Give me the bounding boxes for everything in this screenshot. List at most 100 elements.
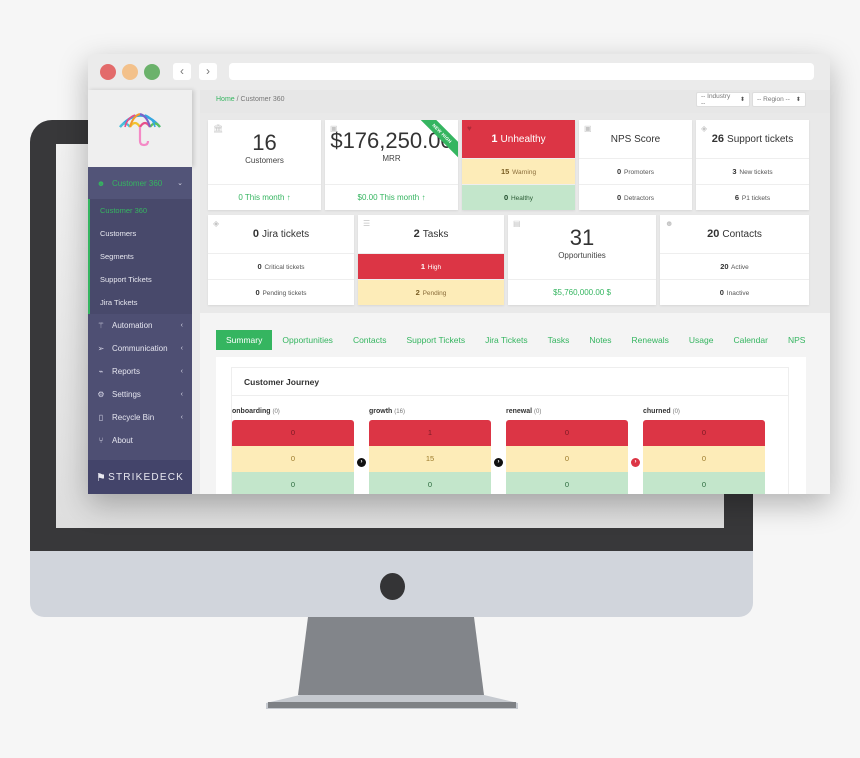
monitor-logo-dot — [380, 573, 405, 600]
summary-panel: Customer Journey onboarding (0) 0 0 0 › … — [216, 357, 806, 494]
new-tickets-count: 3 — [732, 167, 737, 176]
unhealthy-row[interactable]: ♥ 1 Unhealthy — [462, 120, 575, 158]
pending-tasks-count: 2 — [415, 288, 420, 297]
stage-healthy-count[interactable]: 0 — [232, 472, 354, 494]
opportunities-amount: $5,760,000.00 $ — [508, 279, 656, 305]
submenu-item-jira-tickets[interactable]: Jira Tickets — [90, 291, 192, 314]
stage-unhealthy-count[interactable]: 0 — [232, 420, 354, 446]
sidebar-item-settings[interactable]: ⚙ Settings ‹ — [88, 383, 192, 406]
breadcrumb-home-link[interactable]: Home — [216, 96, 235, 103]
pending-tickets-row[interactable]: 0 Pending tickets — [208, 279, 354, 305]
close-window-button[interactable] — [100, 64, 116, 80]
url-bar[interactable] — [229, 63, 814, 80]
mrr-card[interactable]: ▣ $176,250.00 MRR $0.00 This month ↑ NEW… — [325, 120, 458, 210]
inactive-contacts-row[interactable]: 0 Inactive — [660, 279, 809, 305]
tab-notes[interactable]: Notes — [579, 330, 621, 350]
stage-unhealthy-count[interactable]: 0 — [643, 420, 765, 446]
users-icon: ☻ — [96, 178, 106, 188]
stage-name: onboarding — [232, 408, 271, 415]
stage-name: churned — [643, 408, 671, 415]
tab-jira-tickets[interactable]: Jira Tickets — [475, 330, 538, 350]
sidebar-item-automation[interactable]: ⚚ Automation ‹ — [88, 314, 192, 337]
stage-unhealthy-count[interactable]: 1 — [369, 420, 491, 446]
maximize-window-button[interactable] — [144, 64, 160, 80]
submenu-item-customers[interactable]: Customers — [90, 222, 192, 245]
chevron-left-icon: ‹ — [180, 345, 183, 352]
healthy-row[interactable]: 0 Healthy — [462, 184, 575, 210]
journey-stage-renewal: renewal (0) 0 0 0 — [506, 408, 628, 494]
tab-calendar[interactable]: Calendar — [723, 330, 778, 350]
strikedeck-logo-icon: ⚑ — [96, 471, 108, 484]
high-tasks-row[interactable]: 1 High — [358, 253, 504, 279]
warning-label: Warning — [512, 169, 537, 176]
money-icon: ▣ — [330, 124, 338, 133]
stage-warning-count[interactable]: 0 — [232, 446, 354, 472]
bank-icon: 🏛 — [213, 124, 224, 133]
unhealthy-count: 1 — [491, 133, 498, 145]
support-tickets-card[interactable]: ◈ 26 Support tickets 3 New tickets 6 P1 … — [696, 120, 809, 210]
p1-tickets-row[interactable]: 6 P1 tickets — [696, 184, 809, 210]
critical-tickets-row[interactable]: 0 Critical tickets — [208, 253, 354, 279]
stage-label: onboarding (0) — [232, 408, 354, 415]
new-tickets-row[interactable]: 3 New tickets — [696, 158, 809, 184]
tab-usage[interactable]: Usage — [679, 330, 724, 350]
journey-stage-growth: growth (16) 1 15 0 — [369, 408, 491, 494]
submenu-item-customer-360[interactable]: Customer 360 — [90, 199, 192, 222]
tab-summary[interactable]: Summary — [216, 330, 273, 350]
nps-card[interactable]: ▣ NPS Score 0 Promoters 0 Detractors — [579, 120, 692, 210]
minimize-window-button[interactable] — [122, 64, 138, 80]
gears-icon: ⚙ — [97, 390, 105, 399]
submenu-item-support-tickets[interactable]: Support Tickets — [90, 268, 192, 291]
submenu-item-segments[interactable]: Segments — [90, 245, 192, 268]
tab-opportunities[interactable]: Opportunities — [272, 330, 343, 350]
stage-healthy-count[interactable]: 0 — [506, 472, 628, 494]
jira-tickets-label: Jira tickets — [261, 228, 310, 240]
tab-support-tickets[interactable]: Support Tickets — [396, 330, 475, 350]
stage-warning-count[interactable]: 0 — [506, 446, 628, 472]
nav-group-customer-360: ☻ Customer 360 ⌄ Customer 360 Customers … — [88, 167, 192, 314]
stage-warning-count[interactable]: 15 — [369, 446, 491, 472]
logo[interactable] — [88, 90, 192, 167]
forward-button[interactable]: › — [199, 63, 217, 80]
stage-label: renewal (0) — [506, 408, 628, 415]
warning-row[interactable]: 15 Warning — [462, 158, 575, 184]
stage-healthy-count[interactable]: 0 — [643, 472, 765, 494]
heartbeat-icon: ♥ — [467, 124, 472, 133]
sidebar-item-customer-360[interactable]: ☻ Customer 360 ⌄ — [88, 167, 192, 199]
customers-card[interactable]: 🏛 16 Customers 0 This month ↑ — [208, 120, 321, 210]
sidebar-item-label: Automation — [112, 321, 153, 330]
health-card[interactable]: ♥ 1 Unhealthy 15 Warning 0 Healthy — [462, 120, 575, 210]
jira-tickets-card[interactable]: ◈ 0 Jira tickets 0 Critical tickets 0 Pe… — [208, 215, 354, 305]
active-contacts-row[interactable]: 20 Active — [660, 253, 809, 279]
industry-select[interactable]: -- Industry -- ⬍ — [696, 92, 750, 107]
pending-tasks-row[interactable]: 2 Pending — [358, 279, 504, 305]
arrow-right-circle-icon: › — [494, 458, 503, 467]
opportunities-count: 31 — [569, 225, 595, 250]
tab-nps[interactable]: NPS — [778, 330, 815, 350]
promoters-row[interactable]: 0 Promoters — [579, 158, 692, 184]
tasks-card[interactable]: ☰ 2 Tasks 1 High 2 Pending — [358, 215, 504, 305]
detractors-row[interactable]: 0 Detractors — [579, 184, 692, 210]
unhealthy-label: Unhealthy — [500, 133, 546, 145]
opportunities-card[interactable]: ▤ 31 Opportunities $5,760,000.00 $ — [508, 215, 656, 305]
sidebar-item-reports[interactable]: ⌁ Reports ‹ — [88, 360, 192, 383]
breadcrumb-current: Customer 360 — [240, 96, 285, 103]
back-button[interactable]: ‹ — [173, 63, 191, 80]
sidebar-item-about[interactable]: ⑂ About — [88, 429, 192, 452]
stage-count: (0) — [672, 409, 680, 415]
tab-renewals[interactable]: Renewals — [622, 330, 679, 350]
detail-section: Summary Opportunities Contacts Support T… — [200, 313, 830, 494]
contacts-card[interactable]: ☻ 20 Contacts 20 Active 0 Inactive — [660, 215, 809, 305]
sidebar-item-label: Communication — [112, 344, 168, 353]
sidebar-item-recycle-bin[interactable]: ▯ Recycle Bin ‹ — [88, 406, 192, 429]
sidebar-item-communication[interactable]: ➢ Communication ‹ — [88, 337, 192, 360]
tab-tasks[interactable]: Tasks — [538, 330, 580, 350]
tab-contacts[interactable]: Contacts — [343, 330, 397, 350]
stage-health-box: 1 15 0 — [369, 420, 491, 494]
journey-stage-onboarding: onboarding (0) 0 0 0 — [232, 408, 354, 494]
contacts-header: 20 Contacts — [660, 215, 809, 253]
stage-healthy-count[interactable]: 0 — [369, 472, 491, 494]
region-select[interactable]: -- Region -- ⬍ — [752, 92, 806, 107]
stage-warning-count[interactable]: 0 — [643, 446, 765, 472]
stage-unhealthy-count[interactable]: 0 — [506, 420, 628, 446]
